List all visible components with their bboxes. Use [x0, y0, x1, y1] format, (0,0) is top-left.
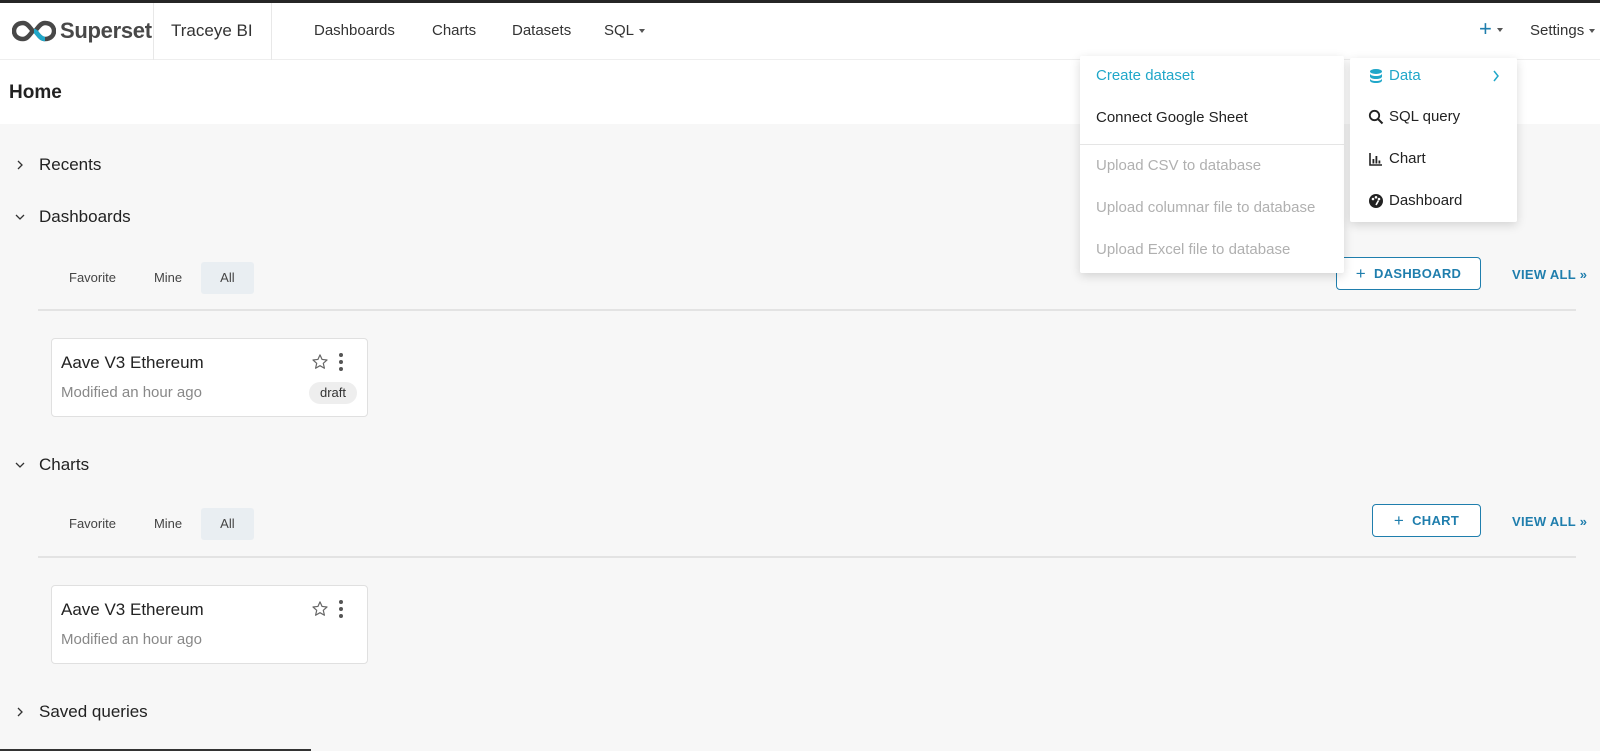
- page-title: Home: [9, 82, 62, 103]
- menu-item-chart-label: Chart: [1389, 150, 1426, 167]
- dashboards-filter-tabs: Favorite Mine All: [50, 262, 254, 294]
- database-icon: [1370, 68, 1382, 83]
- tab-favorite[interactable]: Favorite: [50, 262, 135, 294]
- tab-mine[interactable]: Mine: [135, 508, 201, 540]
- nav-datasets[interactable]: Datasets: [512, 22, 571, 39]
- data-submenu: Create dataset Connect Google Sheet Uplo…: [1080, 56, 1344, 273]
- caret-down-icon: [639, 29, 646, 34]
- charts-view-all-link[interactable]: VIEW ALL »: [1512, 514, 1587, 529]
- nav-sql-label: SQL: [604, 22, 635, 39]
- menu-item-dashboard[interactable]: Dashboard: [1368, 192, 1462, 209]
- app-name[interactable]: Traceye BI: [171, 21, 253, 41]
- menu-item-data[interactable]: Data: [1368, 67, 1499, 84]
- menu-item-sql-query[interactable]: SQL query: [1368, 108, 1460, 125]
- chevron-down-icon: [15, 214, 25, 220]
- brand-name: Superset: [60, 18, 152, 43]
- menu-item-connect-google-sheet[interactable]: Connect Google Sheet: [1096, 109, 1248, 126]
- infinity-logo-icon: [12, 20, 56, 42]
- menu-item-upload-excel[interactable]: Upload Excel file to database: [1096, 241, 1290, 258]
- settings-label: Settings: [1530, 22, 1585, 39]
- dashboard-icon: [1369, 193, 1383, 208]
- card-title[interactable]: Aave V3 Ethereum: [61, 353, 204, 373]
- superset-logo[interactable]: Superset: [12, 16, 152, 46]
- plus-icon: +: [1355, 263, 1367, 283]
- brand-divider: [153, 3, 154, 60]
- caret-down-icon: [1496, 28, 1503, 33]
- dashboards-view-all-link[interactable]: VIEW ALL »: [1512, 267, 1587, 282]
- card-title[interactable]: Aave V3 Ethereum: [61, 600, 204, 620]
- navbar: Superset Traceye BI Dashboards Charts Da…: [0, 3, 1600, 60]
- new-menu-dropdown: Data SQL query Chart Dashboard: [1350, 58, 1517, 222]
- charts-filter-tabs: Favorite Mine All: [50, 508, 254, 540]
- menu-item-dashboard-label: Dashboard: [1389, 192, 1463, 209]
- tab-all[interactable]: All: [201, 262, 254, 294]
- menu-item-sql-query-label: SQL query: [1389, 108, 1461, 125]
- section-saved-queries[interactable]: Saved queries: [15, 702, 148, 722]
- section-recents-label: Recents: [39, 155, 102, 174]
- bar-chart-icon: [1369, 152, 1382, 166]
- section-charts[interactable]: Charts: [15, 455, 89, 475]
- tab-favorite[interactable]: Favorite: [50, 508, 135, 540]
- add-dashboard-button[interactable]: + DASHBOARD: [1336, 257, 1481, 290]
- dashboard-card[interactable]: Aave V3 Ethereum Modified an hour ago dr…: [51, 338, 368, 417]
- add-chart-label: CHART: [1412, 513, 1460, 528]
- star-icon[interactable]: [311, 600, 329, 618]
- card-modified: Modified an hour ago: [61, 384, 202, 401]
- menu-item-upload-csv[interactable]: Upload CSV to database: [1096, 157, 1261, 174]
- chevron-down-icon: [15, 462, 25, 468]
- star-icon[interactable]: [311, 353, 329, 371]
- more-options-icon[interactable]: [337, 353, 345, 373]
- caret-down-icon: [1589, 29, 1596, 34]
- search-icon: [1368, 109, 1384, 124]
- more-options-icon[interactable]: [337, 600, 345, 620]
- add-chart-button[interactable]: + CHART: [1372, 504, 1481, 537]
- chevron-right-icon: [1493, 70, 1499, 82]
- tab-all[interactable]: All: [201, 508, 254, 540]
- plus-icon: +: [1393, 510, 1405, 530]
- section-charts-label: Charts: [39, 455, 90, 474]
- status-badge: draft: [309, 382, 358, 404]
- divider: [38, 556, 1576, 558]
- menu-item-upload-columnar[interactable]: Upload columnar file to database: [1096, 199, 1315, 216]
- new-menu-button[interactable]: +: [1479, 18, 1503, 40]
- settings-menu[interactable]: Settings: [1530, 22, 1596, 39]
- chevron-right-icon: [17, 707, 23, 717]
- nav-dashboards[interactable]: Dashboards: [314, 22, 395, 39]
- section-saved-queries-label: Saved queries: [39, 702, 148, 721]
- add-dashboard-label: DASHBOARD: [1374, 266, 1462, 281]
- chart-card[interactable]: Aave V3 Ethereum Modified an hour ago: [51, 585, 368, 664]
- section-recents[interactable]: Recents: [15, 155, 101, 175]
- chevron-right-icon: [17, 160, 23, 170]
- card-modified: Modified an hour ago: [61, 631, 202, 648]
- section-dashboards[interactable]: Dashboards: [15, 207, 131, 227]
- menu-item-data-label: Data: [1389, 67, 1421, 84]
- nav-sql[interactable]: SQL: [604, 22, 646, 39]
- menu-item-chart[interactable]: Chart: [1368, 150, 1426, 167]
- menu-divider: [1080, 144, 1344, 145]
- section-dashboards-label: Dashboards: [39, 207, 131, 226]
- plus-icon: +: [1479, 16, 1492, 41]
- divider: [38, 309, 1576, 311]
- menu-item-create-dataset[interactable]: Create dataset: [1096, 67, 1194, 84]
- tab-mine[interactable]: Mine: [135, 262, 201, 294]
- nav-charts[interactable]: Charts: [432, 22, 476, 39]
- app-divider: [271, 3, 272, 60]
